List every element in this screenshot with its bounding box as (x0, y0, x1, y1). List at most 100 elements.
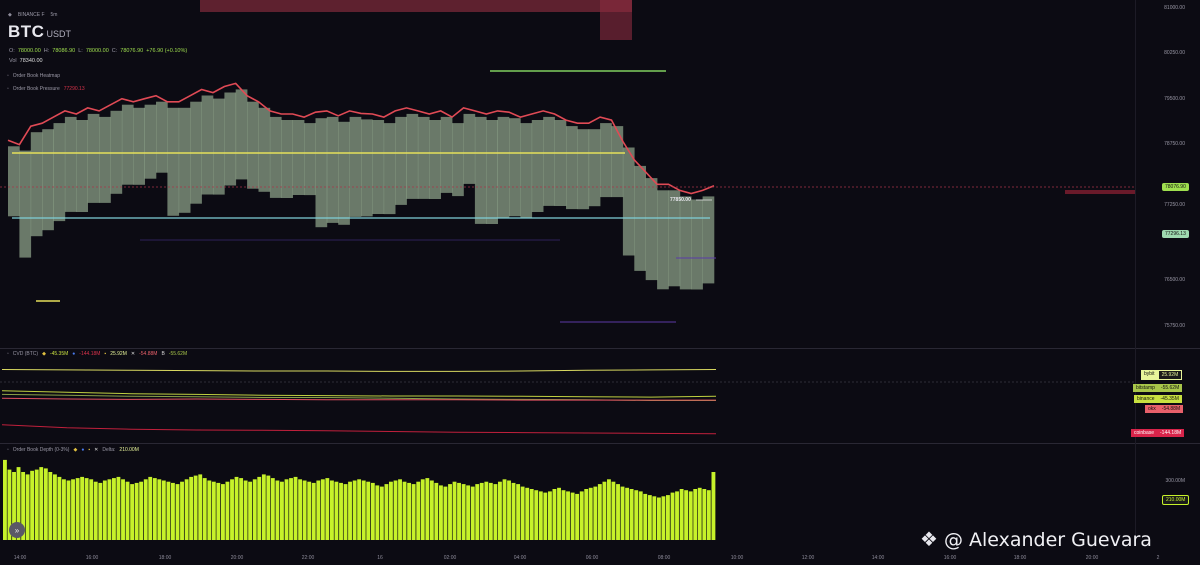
depth-bar (266, 475, 271, 540)
depth-bar (666, 495, 670, 540)
heatmap-band (224, 92, 237, 186)
price-tick: 77250.00 (1164, 202, 1185, 208)
heatmap-band (292, 120, 305, 195)
depth-bar (484, 481, 489, 540)
scroll-realtime-button[interactable]: » (9, 522, 25, 538)
main-chart[interactable] (0, 0, 1200, 565)
heatmap-band (395, 116, 407, 205)
pressure-tag[interactable]: 77296.13 (1162, 230, 1189, 238)
depth-bar (511, 482, 516, 540)
depth-bar (375, 485, 380, 540)
depth-bar (543, 492, 548, 540)
depth-bar (325, 478, 330, 540)
depth-bar (66, 480, 71, 540)
depth-bars (3, 459, 716, 540)
depth-bar (221, 484, 225, 540)
depth-bar (620, 486, 625, 540)
depth-bar (311, 482, 316, 540)
heatmap-band (326, 116, 339, 223)
depth-bar (248, 481, 253, 540)
depth-bar (557, 487, 561, 540)
panel-separator-price[interactable] (0, 348, 1200, 349)
depth-bar (189, 476, 194, 540)
symbol-base: BTC (8, 22, 45, 41)
heatmap-band (99, 116, 111, 203)
depth-bar (211, 481, 216, 540)
depth-bar (616, 484, 620, 540)
depth-bar (171, 482, 175, 540)
heatmap-band (440, 116, 453, 193)
depth-bar (661, 496, 666, 540)
depth-bar (597, 484, 602, 540)
heatmap-band (486, 120, 498, 224)
indicator-heatmap[interactable]: ▫ Order Book Heatmap (7, 73, 60, 79)
exchange-name: BINANCE F (17, 12, 45, 18)
depth-header[interactable]: ▫ Order Book Depth (0-3%) ◆ ● ▪ ✕ Delta:… (7, 447, 139, 453)
heatmap-band (543, 116, 555, 206)
depth-bar (252, 479, 257, 540)
depth-bar (289, 478, 293, 540)
depth-bar (411, 484, 416, 540)
depth-bar (84, 478, 89, 540)
time-tick: 18:00 (158, 555, 172, 561)
depth-bar (53, 474, 57, 540)
depth-bar (402, 481, 407, 540)
cvd-tag-binance[interactable]: binance -45.35M (1134, 395, 1182, 403)
depth-bar (434, 482, 439, 540)
interval-label[interactable]: 5m (51, 12, 58, 18)
cvd-tag-bybit[interactable]: bybit 25.92M (1141, 370, 1183, 380)
depth-bar (107, 479, 112, 540)
depth-bar (234, 476, 239, 540)
depth-bar (134, 482, 139, 540)
depth-bar (584, 489, 589, 540)
depth-bar (161, 480, 166, 540)
depth-bar (425, 478, 430, 540)
depth-bar (257, 476, 262, 540)
price-tick: 79500.00 (1164, 96, 1185, 102)
depth-bar (39, 467, 44, 540)
exchange-header: ◆ BINANCE F 5m (8, 12, 57, 18)
depth-bar (525, 487, 530, 540)
heatmap-band (201, 95, 214, 195)
depth-bar (284, 479, 289, 540)
cvd-tag-coinbase[interactable]: coinbase -144.18M (1131, 429, 1185, 437)
current-price-tag[interactable]: 78076.90 (1162, 183, 1189, 191)
bybit-icon: ▪ (88, 447, 91, 453)
heatmap-band (121, 104, 134, 185)
depth-bar (121, 479, 125, 540)
depth-bar (180, 481, 184, 540)
ohlc-row: O: 78000.00 H: 78086.90 L: 78000.00 C: 78076… (9, 48, 188, 54)
depth-bar (588, 487, 593, 540)
depth-bar (89, 479, 94, 540)
depth-bar (575, 493, 580, 540)
depth-bar (498, 481, 502, 540)
depth-bar (697, 487, 702, 540)
depth-bar (561, 490, 566, 540)
heatmap-band (429, 120, 441, 199)
cvd-tag-okx[interactable]: okx -54.88M (1145, 405, 1184, 413)
heatmap-band (611, 126, 624, 198)
coinbase-icon: ● (81, 447, 85, 453)
price-tick: 81000.00 (1164, 5, 1185, 11)
heatmap-band (383, 123, 396, 215)
binance-logo-icon: ❖ (920, 529, 938, 551)
depth-bar (261, 474, 266, 540)
depth-bar (202, 478, 207, 540)
depth-bar (538, 491, 543, 540)
depth-bar (30, 470, 35, 540)
panel-separator-cvd[interactable] (0, 443, 1200, 444)
depth-bar (443, 486, 448, 540)
depth-bar (48, 472, 53, 540)
time-tick: 12:00 (801, 555, 815, 561)
depth-bar (361, 480, 366, 540)
bybit-icon: ▪ (104, 351, 107, 357)
depth-bar (398, 479, 402, 540)
indicator-pressure[interactable]: ▫ Order Book Pressure 77290.13 (7, 86, 85, 92)
depth-bar (102, 480, 107, 540)
cvd-header[interactable]: ▫ CVD (BTC) ◆ -45.35M ● -144.18M ▪ 25.92… (7, 351, 187, 357)
depth-bar (593, 486, 598, 540)
depth-current-tag[interactable]: 210.00M (1162, 495, 1190, 505)
heatmap-band (406, 113, 419, 199)
cvd-tag-bitstamp[interactable]: bitstamp -55.62M (1133, 384, 1183, 392)
depth-bar (207, 480, 212, 540)
